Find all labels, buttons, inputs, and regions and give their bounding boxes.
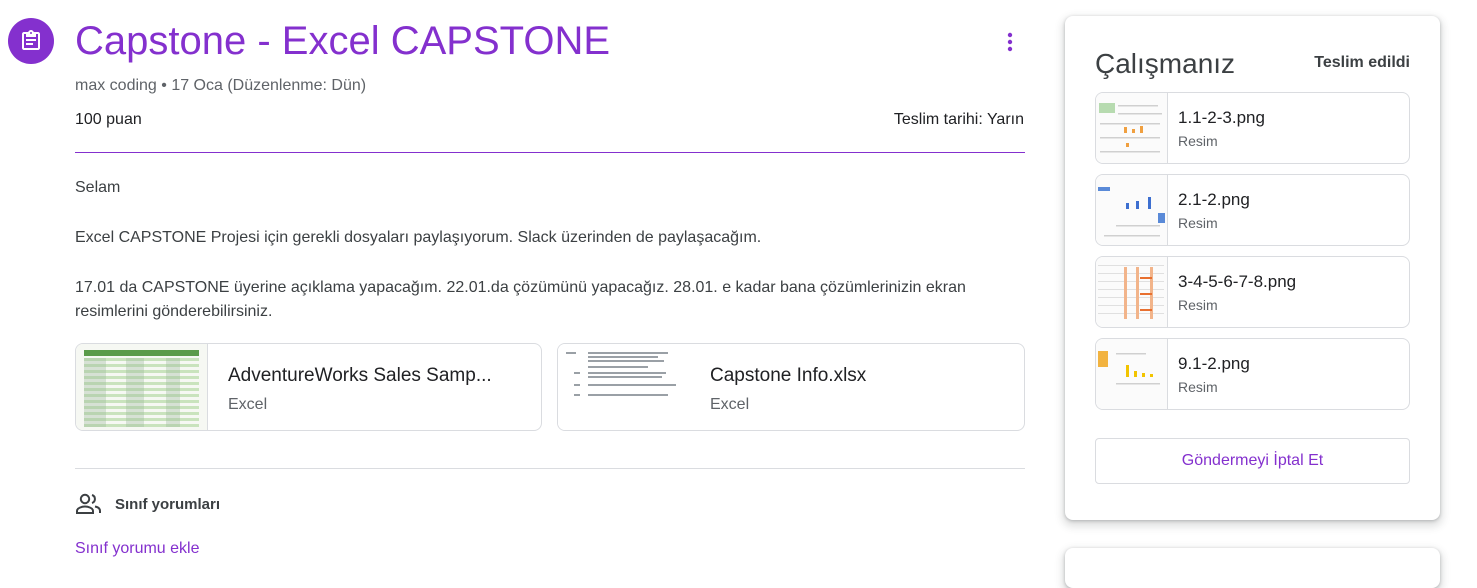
submitted-file[interactable]: 9.1-2.png Resim (1095, 338, 1410, 410)
file-name: 1.1-2-3.png (1178, 108, 1265, 127)
page-title: Capstone - Excel CAPSTONE (75, 19, 611, 63)
people-icon (76, 493, 101, 514)
assignment-description: Selam Excel CAPSTONE Projesi için gerekl… (75, 176, 1025, 350)
description-paragraph: Selam (75, 179, 121, 196)
class-comments-label: Sınıf yorumları (115, 495, 221, 513)
file-type: Resim (1178, 379, 1218, 395)
file-type: Resim (1178, 133, 1218, 149)
description-paragraph: Excel CAPSTONE Projesi için gerekli dosy… (75, 229, 762, 246)
submitted-file[interactable]: 3-4-5-6-7-8.png Resim (1095, 256, 1410, 328)
unsubmit-button[interactable]: Göndermeyi İptal Et (1095, 438, 1410, 484)
due-date-label: Teslim tarihi: Yarın (893, 111, 1024, 128)
submission-status: Teslim edildi (1314, 54, 1410, 71)
file-thumbnail (1096, 339, 1168, 409)
your-work-title: Çalışmanız (1095, 48, 1236, 79)
add-class-comment-link[interactable]: Sınıf yorumu ekle (75, 540, 200, 558)
attachment-type: Excel (710, 396, 750, 413)
submitted-file[interactable]: 2.1-2.png Resim (1095, 174, 1410, 246)
file-type: Resim (1178, 215, 1218, 231)
attachment-type: Excel (228, 396, 268, 413)
file-name: 9.1-2.png (1178, 354, 1250, 373)
attachment-name: Capstone Info.xlsx (710, 365, 867, 386)
attachment-name: AdventureWorks Sales Samp... (228, 365, 492, 386)
points-label: 100 puan (75, 111, 142, 128)
description-paragraph: 17.01 da CAPSTONE üyerine açıklama yapac… (75, 279, 966, 320)
divider (75, 152, 1025, 153)
class-comments-header: Sınıf yorumları (75, 492, 220, 516)
file-name: 2.1-2.png (1178, 190, 1250, 209)
your-work-panel: Çalışmanız Teslim edildi 1.1-2-3.png Res… (1065, 16, 1440, 520)
attachment-thumbnail (76, 344, 208, 430)
assignment-icon (8, 18, 54, 64)
file-thumbnail (1096, 93, 1168, 163)
file-name: 3-4-5-6-7-8.png (1178, 272, 1297, 291)
submitted-file[interactable]: 1.1-2-3.png Resim (1095, 92, 1410, 164)
divider (75, 468, 1025, 469)
file-thumbnail (1096, 175, 1168, 245)
private-comments-panel (1065, 548, 1440, 588)
attachment-card[interactable]: Capstone Info.xlsx Excel (557, 343, 1025, 431)
file-thumbnail (1096, 257, 1168, 327)
assignment-meta: max coding • 17 Oca (Düzenlenme: Dün) (75, 77, 367, 94)
more-options-button[interactable] (996, 28, 1024, 56)
file-type: Resim (1178, 297, 1218, 313)
attachment-thumbnail (558, 344, 690, 430)
more-vert-icon (1007, 32, 1013, 52)
attachment-card[interactable]: AdventureWorks Sales Samp... Excel (75, 343, 542, 431)
